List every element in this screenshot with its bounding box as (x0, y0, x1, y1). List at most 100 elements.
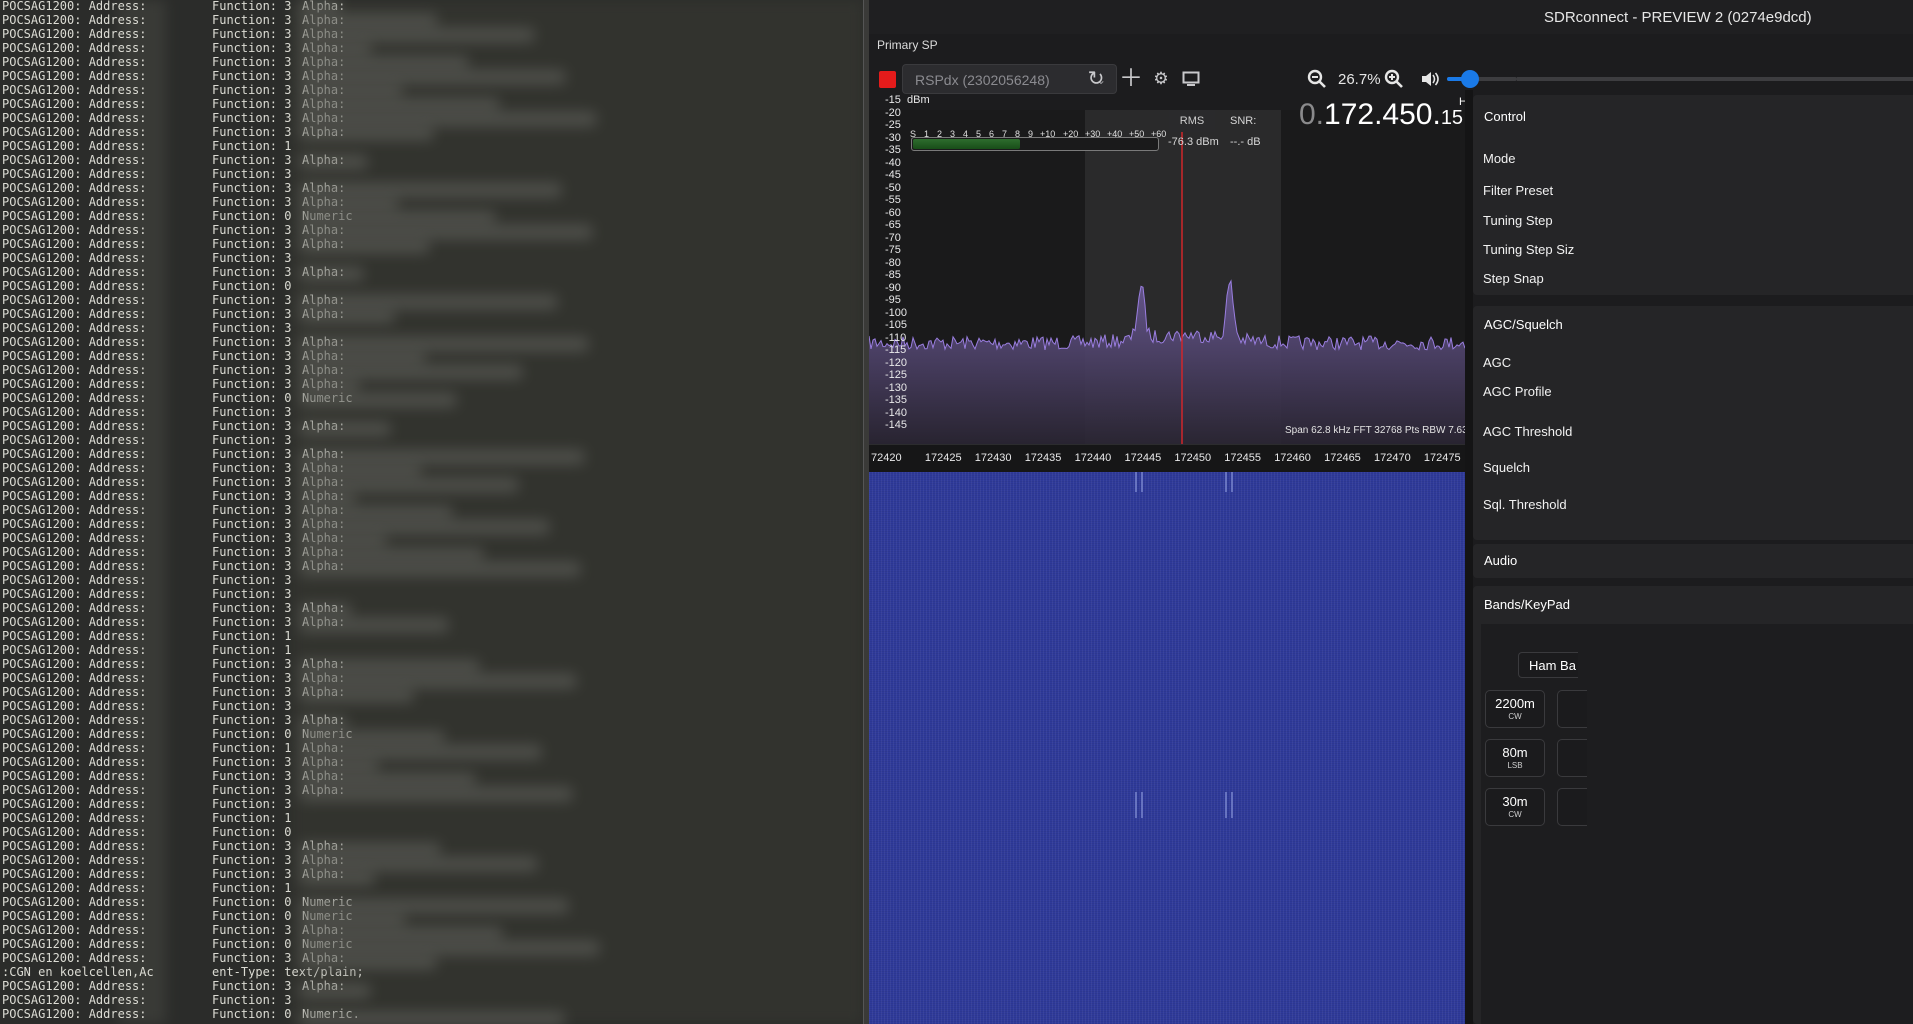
band-next-button[interactable] (1557, 739, 1587, 777)
spectrum-display[interactable] (869, 110, 1465, 444)
agc-squelch-section: AGC/Squelch AGC AGC Profile AGC Threshol… (1473, 306, 1913, 540)
band-mode: CW (1508, 810, 1522, 819)
line-prefix: POCSAG1200: Address: (2, 83, 147, 97)
squelch-label: Squelch (1483, 460, 1530, 475)
zoom-out-icon[interactable] (1303, 65, 1331, 93)
blurred-message (300, 154, 367, 169)
line-prefix: POCSAG1200: Address: (2, 27, 147, 41)
blurred-message (300, 730, 444, 745)
display-icon[interactable] (1177, 65, 1205, 93)
line-function: Function: 3 (212, 321, 292, 335)
band-80m-button[interactable]: 80m LSB (1485, 739, 1545, 777)
ham-band-button[interactable]: Ham Ba (1518, 652, 1578, 678)
s-meter (911, 137, 1159, 151)
agc-label: AGC (1483, 355, 1512, 370)
line-prefix: POCSAG1200: Address: (2, 97, 147, 111)
line-prefix: POCSAG1200: Address: (2, 727, 147, 741)
band-2200m-button[interactable]: 2200m CW (1485, 690, 1545, 728)
blurred-message (300, 758, 378, 773)
s-meter-mark: S (910, 129, 917, 139)
line-prefix: :CGN en koelcellen,Ac (2, 965, 154, 979)
line-prefix: POCSAG1200: Address: (2, 825, 147, 839)
waterfall-display[interactable] (869, 472, 1465, 1024)
x-tick-label: 172470 (1374, 452, 1411, 464)
line-function: Function: 3 (212, 713, 292, 727)
line-prefix: POCSAG1200: Address: (2, 237, 147, 251)
terminal-window[interactable]: POCSAG1200: Address:Function: 3Alpha:POC… (0, 0, 863, 1024)
blurred-message (300, 56, 468, 71)
panel-splitter[interactable] (1465, 90, 1473, 1024)
blurred-message (300, 351, 425, 366)
y-tick-label: -105 (885, 319, 908, 331)
waterfall-signal (1141, 792, 1143, 818)
line-prefix: POCSAG1200: Address: (2, 1007, 147, 1021)
y-tick-label: -35 (885, 144, 901, 156)
control-section-title[interactable]: Control (1484, 109, 1526, 124)
band-next-button[interactable] (1557, 690, 1587, 728)
blurred-message (300, 744, 541, 759)
blurred-message (300, 843, 440, 857)
y-tick-label: -30 (885, 131, 901, 144)
frequency-prefix: 0. (1299, 98, 1325, 131)
x-tick-label: 172440 (1074, 452, 1112, 464)
line-function: Function: 3 (212, 951, 292, 965)
blurred-message (300, 182, 561, 197)
line-function: Function: 3 (212, 839, 292, 853)
line-prefix: POCSAG1200: Address: (2, 545, 147, 559)
agc-section-title[interactable]: AGC/Squelch (1484, 317, 1563, 332)
line-prefix: POCSAG1200: Address: (2, 265, 147, 279)
volume-slider[interactable] (1447, 70, 1517, 88)
line-prefix: POCSAG1200: Address: (2, 783, 147, 797)
settings-icon[interactable]: ⚙ (1147, 65, 1175, 93)
zoom-in-icon[interactable] (1380, 65, 1408, 93)
rms-badge[interactable]: RMS (1169, 110, 1215, 132)
waterfall-signal (1225, 792, 1227, 818)
s-meter-mark: 7 (1002, 129, 1008, 139)
y-tick-label: -135 (885, 394, 908, 406)
waterfall-signal (1231, 472, 1233, 492)
volume-slider-thumb[interactable] (1461, 70, 1479, 88)
line-function: Function: 3 (212, 475, 292, 489)
line-prefix: POCSAG1200: Address: (2, 867, 147, 881)
s-meter-mark: 4 (963, 129, 969, 139)
blurred-message (300, 533, 386, 548)
line-prefix: POCSAG1200: Address: (2, 615, 147, 629)
line-function: Function: 3 (212, 293, 292, 307)
blurred-message (300, 562, 580, 576)
stop-button[interactable] (879, 71, 896, 88)
line-function: Function: 0 (212, 825, 292, 839)
mode-label: Mode (1483, 151, 1516, 166)
blurred-message (300, 547, 483, 562)
band-30m-button[interactable]: 30m CW (1485, 788, 1545, 826)
line-function: Function: 3 (212, 853, 292, 867)
line-function: Function: 3 (212, 587, 292, 601)
bands-section-title[interactable]: Bands/KeyPad (1484, 597, 1570, 612)
band-mode: CW (1508, 712, 1522, 721)
s-meter-mark: 2 (937, 129, 943, 139)
plus-icon[interactable]: ＋ (1117, 65, 1145, 93)
line-prefix: POCSAG1200: Address: (2, 741, 147, 755)
blurred-message (300, 210, 495, 225)
x-tick-label: 172450 (1174, 452, 1212, 464)
line-function: Function: 3 (212, 27, 292, 41)
blurred-message (300, 295, 557, 310)
line-function: Function: 3 (212, 181, 292, 195)
blurred-message (300, 941, 599, 956)
filter-preset-label: Filter Preset (1483, 183, 1554, 198)
s-meter-fill (913, 139, 1021, 149)
blurred-message (300, 871, 374, 886)
refresh-icon[interactable]: ↻ (1082, 65, 1110, 93)
line-prefix: POCSAG1200: Address: (2, 895, 147, 909)
frequency-main: 172.450. (1324, 98, 1441, 131)
line-function: Function: 3 (212, 265, 292, 279)
band-next-button[interactable] (1557, 788, 1587, 826)
line-prefix: POCSAG1200: Address: (2, 405, 147, 419)
speaker-icon[interactable] (1416, 65, 1444, 93)
audio-section[interactable]: Audio (1473, 544, 1913, 578)
frequency-axis[interactable]: 72420 172425 172430 172435 172440 172445 17245… (869, 444, 1465, 473)
frequency-display[interactable]: 0.172.450.15 (1299, 98, 1463, 132)
s-meter-mark: +50 (1129, 129, 1145, 139)
line-prefix: POCSAG1200: Address: (2, 391, 147, 405)
tuning-step-size-label: Tuning Step Siz (1483, 242, 1575, 257)
y-tick-label: -70 (885, 231, 901, 244)
